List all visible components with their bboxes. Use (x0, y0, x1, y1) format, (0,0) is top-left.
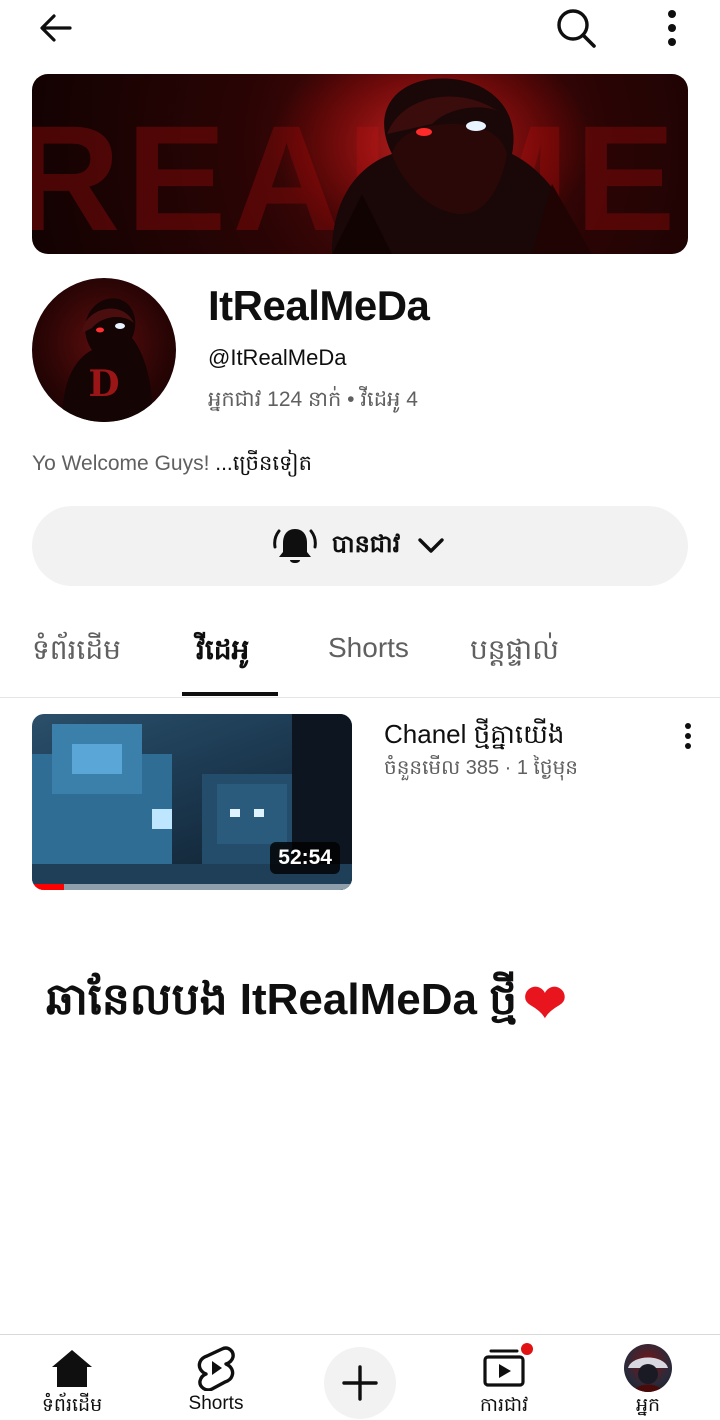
channel-description[interactable]: Yo Welcome Guys! ...ច្រើនទៀត (32, 450, 312, 481)
video-meta: ចំនួនមើល 385 · 1 ថ្ងៃមុន (384, 757, 578, 779)
notification-dot (519, 1341, 535, 1357)
create-button[interactable] (324, 1347, 396, 1419)
bell-icon (272, 529, 317, 563)
shorts-icon (197, 1346, 235, 1391)
svg-text:D: D (88, 363, 119, 405)
channel-avatar[interactable]: D (32, 278, 176, 422)
more-options-button[interactable] (650, 6, 694, 50)
subscribed-label: បានជាវ (331, 529, 401, 558)
search-button[interactable] (554, 6, 598, 50)
bottom-navigation: ទំព័រដើម Shorts ការជាវ អ្នក (0, 1334, 720, 1420)
nav-subscriptions-label: ការជាវ (479, 1395, 529, 1416)
description-more-link[interactable]: ...ច្រើនទៀត (215, 452, 312, 475)
home-icon (52, 1350, 92, 1387)
more-vertical-icon (668, 10, 676, 46)
chevron-down-icon (418, 538, 444, 553)
back-button[interactable] (34, 6, 78, 50)
search-icon (557, 9, 596, 48)
channel-name: ItRealMeDa (208, 282, 430, 329)
channel-handle: @ItRealMeDa (208, 345, 347, 370)
channel-stats: អ្នកជាវ 124 នាក់ • វីដេអូ 4 (208, 388, 418, 411)
nav-shorts-label: Shorts (188, 1393, 244, 1414)
nav-you[interactable]: អ្នក (576, 1335, 720, 1420)
description-text: Yo Welcome Guys! (32, 452, 216, 475)
watch-progress-fill (32, 884, 64, 890)
channel-tabs: ទំព័រដើម វីដេអូ Shorts បន្តផ្ទាល់ (0, 612, 720, 698)
video-duration: 52:54 (270, 842, 340, 874)
overlay-caption: ឆានែលបង ItRealMeDa ថ្មី ❤ (46, 972, 567, 1036)
nav-home[interactable]: ទំព័រដើម (0, 1335, 144, 1420)
subscribed-button[interactable]: បានជាវ (32, 506, 688, 586)
caption-text: ឆានែលបង ItRealMeDa ថ្មី (46, 975, 518, 1024)
tab-home[interactable]: ទំព័រដើម (32, 632, 121, 673)
watch-progress-track (32, 884, 352, 890)
avatar-artwork: D (62, 298, 153, 422)
more-vertical-icon (685, 723, 691, 749)
top-app-bar (0, 0, 720, 56)
nav-shorts[interactable]: Shorts (144, 1335, 288, 1420)
plus-icon (342, 1365, 378, 1401)
tab-videos[interactable]: វីដេអូ (196, 632, 249, 673)
video-list-item[interactable]: 52:54 Chanel ថ្មីគ្នាយើង ចំនួនមើល 385 · … (0, 714, 720, 894)
nav-home-label: ទំព័រដើម (41, 1395, 103, 1416)
heart-emoji: ❤ (523, 975, 567, 1033)
nav-subscriptions[interactable]: ការជាវ (432, 1335, 576, 1420)
video-more-button[interactable] (672, 716, 704, 756)
active-tab-indicator (182, 692, 278, 696)
nav-you-label: អ្នក (635, 1395, 661, 1416)
arrow-left-icon (40, 14, 72, 42)
video-title[interactable]: Chanel ថ្មីគ្នាយើង (384, 718, 564, 756)
video-thumbnail[interactable]: 52:54 (32, 714, 352, 890)
tab-shorts[interactable]: Shorts (328, 632, 409, 664)
tab-live[interactable]: បន្តផ្ទាល់ (470, 632, 559, 673)
avatar (624, 1344, 672, 1392)
banner-artwork (272, 74, 592, 254)
channel-banner: REALME (32, 74, 688, 254)
